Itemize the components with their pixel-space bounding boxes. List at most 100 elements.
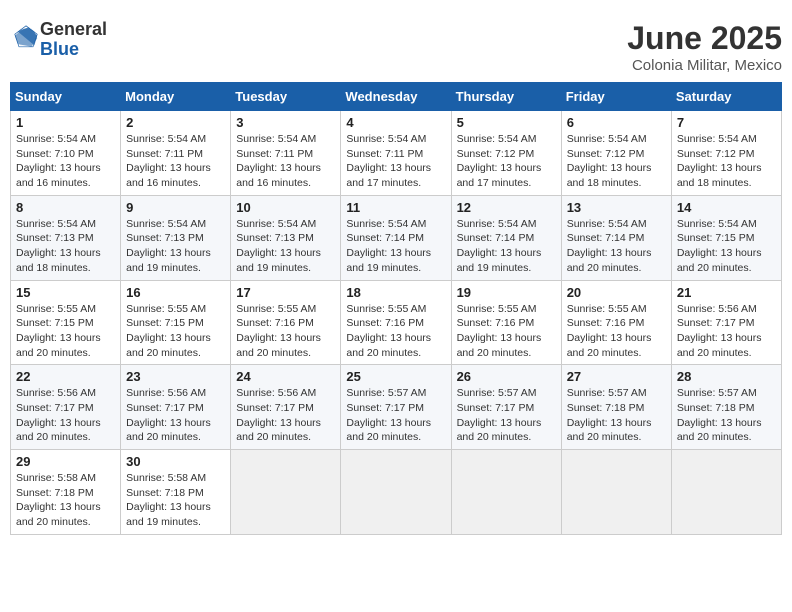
day-number: 10 <box>236 200 335 215</box>
day-number: 14 <box>677 200 776 215</box>
day-info: Sunrise: 5:56 AM Sunset: 7:17 PM Dayligh… <box>126 386 225 445</box>
day-number: 1 <box>16 115 115 130</box>
day-number: 16 <box>126 285 225 300</box>
day-info: Sunrise: 5:54 AM Sunset: 7:15 PM Dayligh… <box>677 217 776 276</box>
header-saturday: Saturday <box>671 83 781 111</box>
day-number: 12 <box>457 200 556 215</box>
calendar-title: June 2025 <box>627 20 782 57</box>
day-info: Sunrise: 5:55 AM Sunset: 7:16 PM Dayligh… <box>457 302 556 361</box>
day-info: Sunrise: 5:55 AM Sunset: 7:16 PM Dayligh… <box>346 302 445 361</box>
day-number: 25 <box>346 369 445 384</box>
day-info: Sunrise: 5:56 AM Sunset: 7:17 PM Dayligh… <box>677 302 776 361</box>
day-number: 27 <box>567 369 666 384</box>
title-block: June 2025 Colonia Militar, Mexico <box>627 20 782 74</box>
table-row: 22 Sunrise: 5:56 AM Sunset: 7:17 PM Dayl… <box>11 365 121 450</box>
day-number: 4 <box>346 115 445 130</box>
header: General Blue June 2025 Colonia Militar, … <box>10 10 782 82</box>
header-thursday: Thursday <box>451 83 561 111</box>
table-row: 26 Sunrise: 5:57 AM Sunset: 7:17 PM Dayl… <box>451 365 561 450</box>
day-info: Sunrise: 5:54 AM Sunset: 7:13 PM Dayligh… <box>126 217 225 276</box>
day-number: 6 <box>567 115 666 130</box>
table-row: 13 Sunrise: 5:54 AM Sunset: 7:14 PM Dayl… <box>561 195 671 280</box>
day-number: 13 <box>567 200 666 215</box>
day-info: Sunrise: 5:54 AM Sunset: 7:14 PM Dayligh… <box>457 217 556 276</box>
day-info: Sunrise: 5:54 AM Sunset: 7:11 PM Dayligh… <box>126 132 225 191</box>
table-row: 11 Sunrise: 5:54 AM Sunset: 7:14 PM Dayl… <box>341 195 451 280</box>
table-row: 28 Sunrise: 5:57 AM Sunset: 7:18 PM Dayl… <box>671 365 781 450</box>
calendar-header-row: Sunday Monday Tuesday Wednesday Thursday… <box>11 83 782 111</box>
table-row <box>451 450 561 535</box>
table-row: 1 Sunrise: 5:54 AM Sunset: 7:10 PM Dayli… <box>11 111 121 196</box>
table-row: 23 Sunrise: 5:56 AM Sunset: 7:17 PM Dayl… <box>121 365 231 450</box>
day-info: Sunrise: 5:54 AM Sunset: 7:12 PM Dayligh… <box>457 132 556 191</box>
day-info: Sunrise: 5:55 AM Sunset: 7:15 PM Dayligh… <box>126 302 225 361</box>
calendar-week-row: 22 Sunrise: 5:56 AM Sunset: 7:17 PM Dayl… <box>11 365 782 450</box>
day-number: 7 <box>677 115 776 130</box>
table-row: 19 Sunrise: 5:55 AM Sunset: 7:16 PM Dayl… <box>451 280 561 365</box>
day-number: 8 <box>16 200 115 215</box>
header-wednesday: Wednesday <box>341 83 451 111</box>
day-number: 22 <box>16 369 115 384</box>
logo-general: General <box>40 20 107 40</box>
day-info: Sunrise: 5:56 AM Sunset: 7:17 PM Dayligh… <box>236 386 335 445</box>
day-info: Sunrise: 5:57 AM Sunset: 7:18 PM Dayligh… <box>567 386 666 445</box>
table-row <box>561 450 671 535</box>
calendar-week-row: 8 Sunrise: 5:54 AM Sunset: 7:13 PM Dayli… <box>11 195 782 280</box>
table-row: 9 Sunrise: 5:54 AM Sunset: 7:13 PM Dayli… <box>121 195 231 280</box>
day-info: Sunrise: 5:54 AM Sunset: 7:11 PM Dayligh… <box>346 132 445 191</box>
table-row: 3 Sunrise: 5:54 AM Sunset: 7:11 PM Dayli… <box>231 111 341 196</box>
table-row: 12 Sunrise: 5:54 AM Sunset: 7:14 PM Dayl… <box>451 195 561 280</box>
day-info: Sunrise: 5:54 AM Sunset: 7:10 PM Dayligh… <box>16 132 115 191</box>
day-info: Sunrise: 5:54 AM Sunset: 7:11 PM Dayligh… <box>236 132 335 191</box>
day-number: 15 <box>16 285 115 300</box>
table-row: 16 Sunrise: 5:55 AM Sunset: 7:15 PM Dayl… <box>121 280 231 365</box>
table-row: 25 Sunrise: 5:57 AM Sunset: 7:17 PM Dayl… <box>341 365 451 450</box>
day-info: Sunrise: 5:55 AM Sunset: 7:15 PM Dayligh… <box>16 302 115 361</box>
table-row: 4 Sunrise: 5:54 AM Sunset: 7:11 PM Dayli… <box>341 111 451 196</box>
day-info: Sunrise: 5:55 AM Sunset: 7:16 PM Dayligh… <box>567 302 666 361</box>
table-row <box>231 450 341 535</box>
day-number: 3 <box>236 115 335 130</box>
day-info: Sunrise: 5:54 AM Sunset: 7:14 PM Dayligh… <box>346 217 445 276</box>
day-info: Sunrise: 5:58 AM Sunset: 7:18 PM Dayligh… <box>16 471 115 530</box>
day-info: Sunrise: 5:54 AM Sunset: 7:13 PM Dayligh… <box>236 217 335 276</box>
day-number: 2 <box>126 115 225 130</box>
day-number: 18 <box>346 285 445 300</box>
table-row: 24 Sunrise: 5:56 AM Sunset: 7:17 PM Dayl… <box>231 365 341 450</box>
day-info: Sunrise: 5:57 AM Sunset: 7:18 PM Dayligh… <box>677 386 776 445</box>
day-number: 20 <box>567 285 666 300</box>
page: General Blue June 2025 Colonia Militar, … <box>10 10 782 535</box>
table-row: 10 Sunrise: 5:54 AM Sunset: 7:13 PM Dayl… <box>231 195 341 280</box>
table-row: 30 Sunrise: 5:58 AM Sunset: 7:18 PM Dayl… <box>121 450 231 535</box>
day-number: 28 <box>677 369 776 384</box>
table-row <box>341 450 451 535</box>
table-row: 17 Sunrise: 5:55 AM Sunset: 7:16 PM Dayl… <box>231 280 341 365</box>
header-tuesday: Tuesday <box>231 83 341 111</box>
table-row: 2 Sunrise: 5:54 AM Sunset: 7:11 PM Dayli… <box>121 111 231 196</box>
day-number: 26 <box>457 369 556 384</box>
day-info: Sunrise: 5:57 AM Sunset: 7:17 PM Dayligh… <box>457 386 556 445</box>
day-info: Sunrise: 5:58 AM Sunset: 7:18 PM Dayligh… <box>126 471 225 530</box>
day-info: Sunrise: 5:54 AM Sunset: 7:12 PM Dayligh… <box>567 132 666 191</box>
logo-blue: Blue <box>40 40 107 60</box>
logo: General Blue <box>10 20 107 60</box>
header-sunday: Sunday <box>11 83 121 111</box>
table-row: 6 Sunrise: 5:54 AM Sunset: 7:12 PM Dayli… <box>561 111 671 196</box>
table-row: 18 Sunrise: 5:55 AM Sunset: 7:16 PM Dayl… <box>341 280 451 365</box>
day-number: 29 <box>16 454 115 469</box>
table-row: 14 Sunrise: 5:54 AM Sunset: 7:15 PM Dayl… <box>671 195 781 280</box>
day-number: 19 <box>457 285 556 300</box>
day-info: Sunrise: 5:54 AM Sunset: 7:14 PM Dayligh… <box>567 217 666 276</box>
day-info: Sunrise: 5:56 AM Sunset: 7:17 PM Dayligh… <box>16 386 115 445</box>
day-number: 11 <box>346 200 445 215</box>
day-info: Sunrise: 5:54 AM Sunset: 7:12 PM Dayligh… <box>677 132 776 191</box>
day-info: Sunrise: 5:55 AM Sunset: 7:16 PM Dayligh… <box>236 302 335 361</box>
day-number: 9 <box>126 200 225 215</box>
header-monday: Monday <box>121 83 231 111</box>
table-row: 5 Sunrise: 5:54 AM Sunset: 7:12 PM Dayli… <box>451 111 561 196</box>
calendar-table: Sunday Monday Tuesday Wednesday Thursday… <box>10 82 782 535</box>
day-number: 24 <box>236 369 335 384</box>
calendar-week-row: 15 Sunrise: 5:55 AM Sunset: 7:15 PM Dayl… <box>11 280 782 365</box>
table-row <box>671 450 781 535</box>
calendar-week-row: 29 Sunrise: 5:58 AM Sunset: 7:18 PM Dayl… <box>11 450 782 535</box>
